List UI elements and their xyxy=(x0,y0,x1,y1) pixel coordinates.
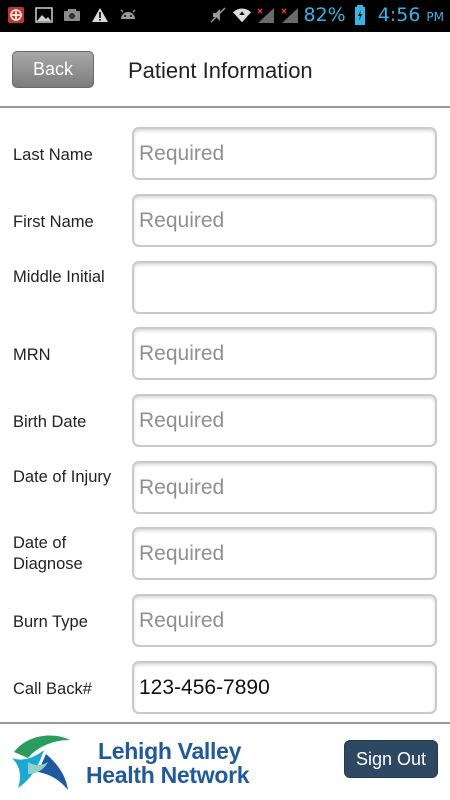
first-name-input[interactable] xyxy=(132,194,437,247)
date-of-injury-input[interactable] xyxy=(132,461,437,514)
org-name-line2: Health Network xyxy=(86,762,250,788)
signal-icon xyxy=(256,5,276,25)
burn-type-label: Burn Type xyxy=(13,613,88,631)
sign-out-button[interactable]: Sign Out xyxy=(344,740,438,778)
app-icon xyxy=(6,5,26,25)
mrn-label: MRN xyxy=(13,346,51,364)
image-icon xyxy=(34,5,54,25)
row-burn-type: Burn Type xyxy=(0,594,450,650)
date-of-diagnose-label: Date of Diagnose xyxy=(13,534,83,573)
row-mrn: MRN xyxy=(0,327,450,383)
status-bar: 82% 4:56 PM xyxy=(0,0,450,32)
row-birth-date: Birth Date xyxy=(0,394,450,450)
clock-ampm: PM xyxy=(426,10,444,24)
burn-type-input[interactable] xyxy=(132,594,437,647)
org-name-line1: Lehigh Valley xyxy=(98,738,242,764)
lvhn-logo-icon xyxy=(12,735,70,790)
last-name-input[interactable] xyxy=(132,127,437,180)
status-icons-right: 82% 4:56 PM xyxy=(208,4,444,26)
middle-initial-input[interactable] xyxy=(132,261,437,314)
row-middle-initial: Middle Initial xyxy=(0,261,450,317)
mrn-input[interactable] xyxy=(132,327,437,380)
mute-icon xyxy=(208,5,228,25)
first-name-label: First Name xyxy=(13,213,94,231)
row-date-of-diagnose: Date of Diagnose xyxy=(0,527,450,583)
warning-icon xyxy=(90,5,110,25)
camera-icon xyxy=(62,5,82,25)
row-first-name: First Name xyxy=(0,194,450,250)
footer-bar: Lehigh Valley Health Network Sign Out xyxy=(0,722,450,800)
last-name-label: Last Name xyxy=(13,146,93,164)
row-last-name: Last Name xyxy=(0,127,450,183)
header-bar: Back Patient Information xyxy=(0,32,450,108)
birth-date-input[interactable] xyxy=(132,394,437,447)
wifi-icon xyxy=(232,5,252,25)
call-back-input[interactable] xyxy=(132,661,437,714)
back-button[interactable]: Back xyxy=(12,51,94,88)
row-date-of-injury: Date of Injury xyxy=(0,461,450,517)
status-icons-left xyxy=(6,5,138,25)
page-title: Patient Information xyxy=(128,58,313,83)
battery-icon xyxy=(350,5,370,25)
row-call-back: Call Back# xyxy=(0,661,450,717)
android-icon xyxy=(118,5,138,25)
clock-time: 4:56 xyxy=(377,4,421,26)
battery-percent: 82% xyxy=(303,4,346,26)
middle-initial-label: Middle Initial xyxy=(13,268,105,286)
birth-date-label: Birth Date xyxy=(13,413,87,431)
date-of-injury-label: Date of Injury xyxy=(13,468,112,486)
date-of-diagnose-input[interactable] xyxy=(132,527,437,580)
call-back-label: Call Back# xyxy=(13,680,92,698)
signal-icon xyxy=(280,5,300,25)
